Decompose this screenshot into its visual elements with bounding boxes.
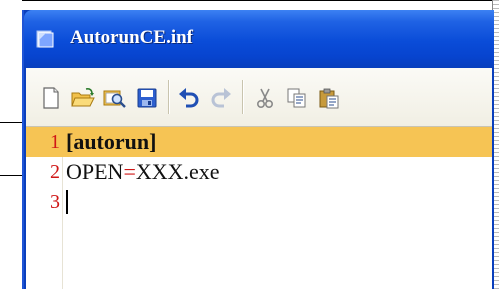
code-section-header: [autorun] [66,129,157,154]
open-folder-icon [71,88,95,107]
code-equals: = [123,159,136,184]
editor-line[interactable]: 3 [26,187,492,217]
document-icon [36,30,54,48]
line-number: 2 [50,161,60,183]
title-bar[interactable]: AutorunCE.inf [24,10,494,68]
copy-icon [287,88,306,108]
cut-button[interactable] [252,85,278,111]
code-key: OPEN [66,159,124,184]
toolbar-separator [242,80,243,114]
new-file-button[interactable] [38,85,64,111]
page-line [22,0,492,1]
paste-icon [319,88,339,109]
save-button[interactable] [134,85,160,111]
cut-icon [256,88,274,109]
line-number: 1 [50,131,60,153]
editor-window: AutorunCE.inf 1 [autorun] 2 OPEN=XXX.exe… [22,10,494,289]
open-button[interactable] [70,85,96,111]
toolbar [26,68,492,127]
paste-button[interactable] [316,85,342,111]
line-number: 3 [50,191,60,213]
editor-line-current[interactable]: 1 [autorun] [26,127,492,157]
toolbar-separator [168,80,169,114]
redo-icon [211,88,231,108]
screen: AutorunCE.inf 1 [autorun] 2 OPEN=XXX.exe… [0,0,499,289]
copy-button[interactable] [284,85,310,111]
text-caret [66,190,68,214]
redo-button[interactable] [208,85,234,111]
undo-icon [179,88,199,108]
text-editor[interactable]: 1 [autorun] 2 OPEN=XXX.exe 3 [26,127,492,289]
editor-line[interactable]: 2 OPEN=XXX.exe [26,157,492,187]
undo-button[interactable] [176,85,202,111]
code-text: OPEN=XXX.exe [66,157,220,187]
find-button[interactable] [102,85,128,111]
save-icon [137,88,157,108]
window-title: AutorunCE.inf [70,27,193,48]
new-file-icon [43,87,59,109]
find-icon [103,90,126,108]
code-value: XXX.exe [135,159,220,184]
